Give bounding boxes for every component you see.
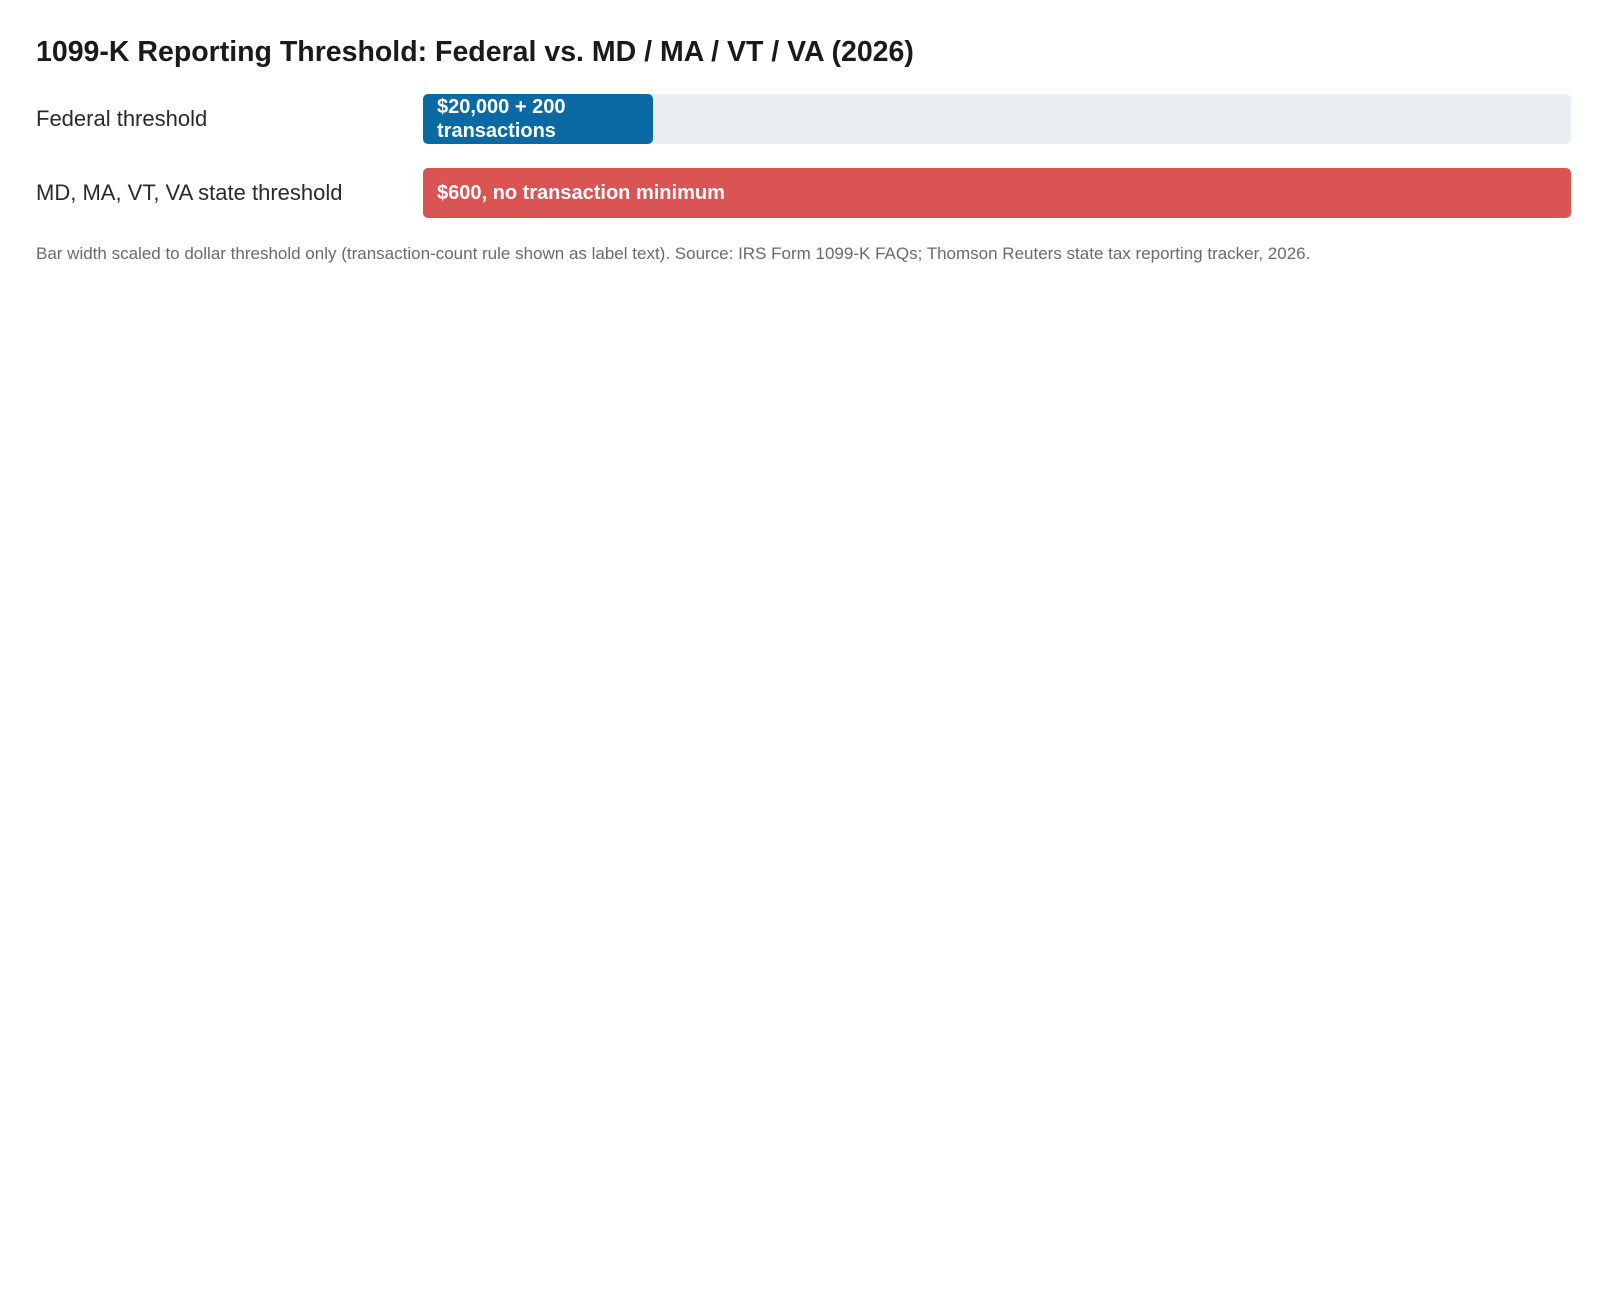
source-note: Bar width scaled to dollar threshold onl… [36,244,1311,263]
category-label-federal: Federal threshold [36,106,208,131]
data-label-state: $600, no transaction minimum [437,182,725,204]
bar-row-state: MD, MA, VT, VA state threshold $600, no … [36,168,1571,218]
category-label-state: MD, MA, VT, VA state threshold [36,180,343,205]
bar-track-federal: $20,000 + 200 transactions [423,94,1571,144]
bar-row-federal: Federal threshold $20,000 + 200 transact… [36,94,1571,144]
bar-track-state: $600, no transaction minimum [423,168,1571,218]
bar-state: $600, no transaction minimum [423,168,1571,218]
bar-federal: $20,000 + 200 transactions [423,94,653,144]
chart-title: 1099-K Reporting Threshold: Federal vs. … [36,36,914,68]
bar-rows: Federal threshold $20,000 + 200 transact… [36,94,1571,218]
data-label-federal: $20,000 + 200 transactions [437,96,566,142]
chart-container: 1099-K Reporting Threshold: Federal vs. … [36,30,1571,266]
